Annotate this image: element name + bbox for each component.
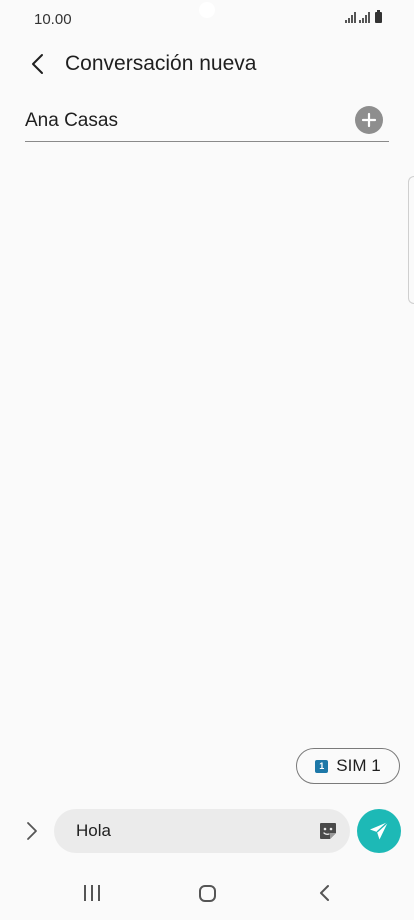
app-header: Conversación nueva bbox=[0, 40, 414, 88]
nav-recents-button[interactable] bbox=[80, 881, 104, 905]
chevron-left-icon bbox=[32, 54, 43, 74]
expand-options-button[interactable] bbox=[20, 817, 44, 845]
message-input-container bbox=[54, 809, 350, 853]
camera-cutout bbox=[199, 2, 215, 18]
recipient-field[interactable]: Ana Casas bbox=[25, 100, 389, 142]
message-input[interactable] bbox=[76, 809, 296, 853]
battery-icon bbox=[375, 10, 382, 23]
add-recipient-button[interactable] bbox=[355, 106, 383, 134]
edge-panel-handle[interactable] bbox=[408, 176, 414, 304]
back-button[interactable] bbox=[24, 50, 52, 78]
signal-icon-2 bbox=[359, 12, 370, 23]
send-button[interactable] bbox=[357, 809, 401, 853]
sim-selector-button[interactable]: 1 SIM 1 bbox=[296, 748, 400, 784]
sim-badge-icon: 1 bbox=[315, 759, 329, 773]
message-composer bbox=[0, 808, 414, 854]
chevron-right-icon bbox=[27, 822, 37, 840]
status-time: 10.00 bbox=[34, 11, 72, 28]
sticker-icon bbox=[320, 823, 336, 839]
recipient-name[interactable]: Ana Casas bbox=[25, 110, 118, 132]
navigation-bar bbox=[0, 866, 414, 920]
back-icon bbox=[320, 885, 329, 901]
sticker-button[interactable] bbox=[318, 821, 338, 841]
plus-icon bbox=[361, 112, 377, 128]
send-icon bbox=[370, 821, 389, 840]
sim-label: SIM 1 bbox=[336, 756, 381, 775]
page-title: Conversación nueva bbox=[65, 52, 257, 75]
signal-icon bbox=[345, 12, 356, 23]
status-bar: 10.00 bbox=[0, 0, 414, 40]
nav-back-button[interactable] bbox=[312, 881, 336, 905]
nav-home-button[interactable] bbox=[199, 885, 216, 902]
status-icons bbox=[345, 10, 382, 23]
